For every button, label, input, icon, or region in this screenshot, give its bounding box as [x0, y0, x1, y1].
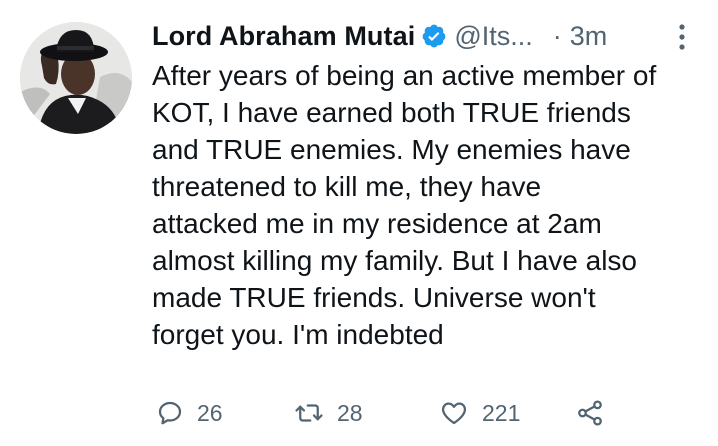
reply-count: 26	[197, 399, 223, 426]
separator-dot: ·	[552, 20, 562, 51]
retweet-button[interactable]: 28	[293, 393, 363, 433]
reply-icon	[155, 398, 185, 428]
user-handle[interactable]: @Its...	[454, 21, 532, 52]
verified-badge-icon	[421, 23, 447, 49]
avatar[interactable]	[20, 22, 132, 134]
tweet-card[interactable]: Lord Abraham Mutai @Its... · 3m After ye…	[0, 0, 718, 446]
tweet-actions: 26 28 221	[155, 393, 625, 433]
retweet-count: 28	[337, 399, 363, 426]
like-count: 221	[482, 399, 521, 426]
reply-button[interactable]: 26	[155, 393, 223, 433]
heart-icon	[438, 398, 470, 428]
tweet-header: Lord Abraham Mutai @Its... · 3m	[152, 16, 692, 56]
share-button[interactable]	[575, 393, 605, 433]
share-icon	[575, 398, 605, 428]
display-name[interactable]: Lord Abraham Mutai	[152, 21, 415, 52]
retweet-icon	[293, 398, 325, 428]
like-button[interactable]: 221	[438, 393, 520, 433]
more-options-icon[interactable]	[676, 22, 688, 52]
tweet-text: After years of being an active member of…	[152, 60, 657, 350]
timestamp[interactable]: 3m	[570, 21, 608, 52]
